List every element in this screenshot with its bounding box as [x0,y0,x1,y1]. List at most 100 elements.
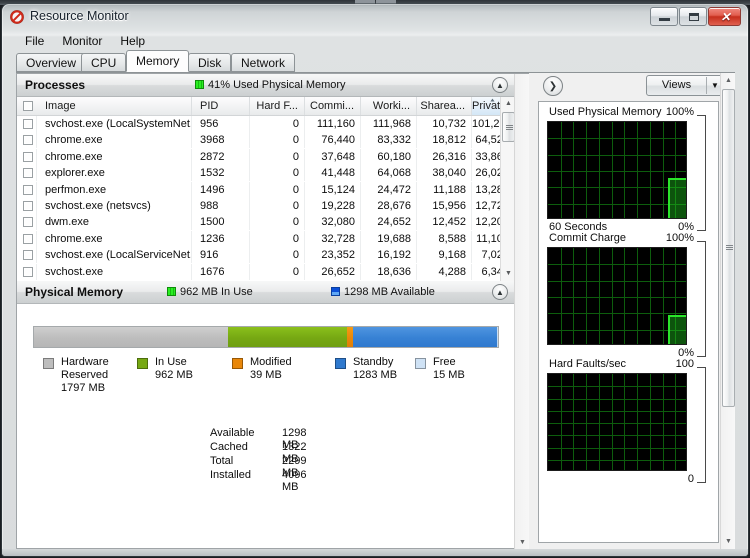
select-all-checkbox[interactable] [23,101,33,111]
column-header-shareable[interactable]: Sharea... [417,97,472,115]
cell-working-set: 24,652 [377,216,411,229]
scroll-up-icon[interactable]: ▲ [721,73,736,88]
column-header-hard-faults[interactable]: Hard F... [250,97,305,115]
scroll-down-icon[interactable]: ▼ [721,534,736,549]
processes-collapse-icon[interactable]: ▲ [492,77,508,93]
row-checkbox[interactable] [23,266,33,277]
legend-swatch-icon [137,358,148,369]
green-swatch-icon [167,287,176,296]
maximize-button[interactable] [679,7,707,26]
cell-image: svchost.exe (LocalServiceNet... [45,249,192,262]
row-checkbox[interactable] [23,217,33,228]
summary-key: Installed [210,469,251,481]
column-header-pid[interactable]: PID [192,97,250,115]
table-row[interactable]: svchost.exe (LocalServiceNet... 916 0 23,35… [17,247,515,264]
cell-pid: 1676 [200,265,225,278]
cell-commit: 15,124 [321,183,355,196]
tab-network[interactable]: Network [231,53,296,72]
cell-pid: 956 [200,118,219,130]
physical-memory-group-header[interactable]: Physical Memory 962 MB In Use 1298 MB Av… [17,281,515,304]
scroll-up-icon[interactable]: ▲ [501,97,515,111]
cell-pid: 988 [200,200,219,212]
menu-monitor[interactable]: Monitor [53,33,111,50]
graph-max-label: 100% [665,106,694,118]
scroll-down-icon[interactable]: ▼ [501,267,515,281]
table-row[interactable]: dwm.exe 1500 0 32,080 24,652 12,452 12,200 [17,214,515,231]
graph-axis-bracket [697,367,706,483]
row-checkbox[interactable] [23,119,33,129]
table-row[interactable]: chrome.exe 1236 0 32,728 19,688 8,588 11,100 [17,230,515,247]
column-header-working-set[interactable]: Worki... [361,97,417,115]
row-checkbox[interactable] [23,184,33,195]
minimize-button[interactable] [650,7,678,26]
column-header-commit[interactable]: Commi... [305,97,361,115]
row-checkbox[interactable] [23,135,33,146]
tab-overview[interactable]: Overview [16,53,87,72]
views-button[interactable]: Views ▼ [646,75,727,96]
row-checkbox[interactable] [23,151,33,162]
physical-memory-collapse-icon[interactable]: ▲ [492,284,508,300]
table-row[interactable]: chrome.exe 3968 0 76,440 83,332 18,812 64,520 [17,132,515,149]
row-checkbox[interactable] [23,233,33,244]
graph-title: Commit Charge [549,232,627,244]
right-pane-scrollbar[interactable]: ▲ ▼ [720,73,735,549]
cell-commit: 41,448 [321,167,355,180]
table-row[interactable]: svchost.exe 1676 0 26,652 18,636 4,288 6,348 [17,263,515,280]
memory-tab-content: Processes 41% Used Physical Memory ▲ Ima… [16,73,735,550]
graph-series-fill [668,178,686,218]
menu-file[interactable]: File [16,33,53,50]
summary-value: 4096 MB [282,469,307,493]
expand-panel-icon[interactable]: ❯ [543,76,563,96]
resource-monitor-window: Resource Monitor ✕ File Monitor Help Ove… [2,4,748,556]
cell-shareable: 9,168 [438,249,466,262]
graph-plot-area [547,121,687,219]
title-bar[interactable]: Resource Monitor ✕ [2,4,748,31]
cell-hard-faults: 0 [292,118,299,130]
cell-shareable: 15,956 [432,200,466,212]
table-row[interactable]: perfmon.exe 1496 0 15,124 24,472 11,188 13,284 [17,181,515,198]
cell-commit: 19,228 [321,200,355,212]
graph-plot-area [547,247,687,345]
scroll-down-icon[interactable]: ▼ [515,535,530,550]
menu-help[interactable]: Help [111,33,154,50]
table-row[interactable]: svchost.exe (LocalSystemNet... 956 0 111,16… [17,116,515,132]
graph-max-label: 100 [675,358,694,370]
row-checkbox[interactable] [23,168,33,179]
legend-value: Reserved [61,369,109,381]
cell-pid: 1500 [200,216,225,229]
row-checkbox[interactable] [23,201,33,211]
column-header-image[interactable]: Image [37,97,192,115]
row-checkbox[interactable] [23,250,33,261]
legend-label: Free [433,356,456,368]
left-pane-scrollbar[interactable]: ▼ [514,74,529,550]
tab-cpu[interactable]: CPU [81,53,127,72]
processes-group-header[interactable]: Processes 41% Used Physical Memory ▲ [17,74,515,97]
table-row[interactable]: svchost.exe (netsvcs) 988 0 19,228 28,676 15,… [17,198,515,214]
green-swatch-icon [195,80,204,89]
chevron-down-icon: ▼ [711,81,719,90]
processes-table-scrollbar[interactable]: ▲ ▼ [500,97,515,281]
legend-value: 962 MB [155,369,193,381]
scrollbar-thumb[interactable] [722,89,735,407]
left-content-pane: Processes 41% Used Physical Memory ▲ Ima… [16,73,529,550]
menu-bar: File Monitor Help [16,33,734,51]
legend-label: Standby [353,356,394,368]
cell-working-set: 16,192 [377,249,411,262]
table-row[interactable]: chrome.exe 2872 0 37,648 60,180 26,316 33,864 [17,148,515,165]
cell-image: svchost.exe [45,265,104,278]
graph-title: Hard Faults/sec [549,358,627,370]
physical-memory-in-use-status: 962 MB In Use [167,286,253,298]
cell-pid: 3968 [200,134,225,147]
cell-hard-faults: 0 [292,216,299,229]
table-row[interactable]: explorer.exe 1532 0 41,448 64,068 38,040 26,02… [17,165,515,182]
views-button-label: Views [661,79,692,91]
graph-used-physical-memory: Used Physical Memory 100% 0% 60 Seconds [539,106,718,236]
cell-working-set: 111,968 [372,118,411,130]
close-button[interactable]: ✕ [708,7,741,26]
graph-plot-area [547,373,687,471]
legend-label: Hardware [61,356,109,368]
tab-memory[interactable]: Memory [126,50,190,72]
right-graph-pane: ❯ Views ▼ Used Physical Memory 100% 0% 60 S… [535,73,735,549]
blue-swatch-icon [331,287,340,296]
tab-disk[interactable]: Disk [188,53,232,72]
